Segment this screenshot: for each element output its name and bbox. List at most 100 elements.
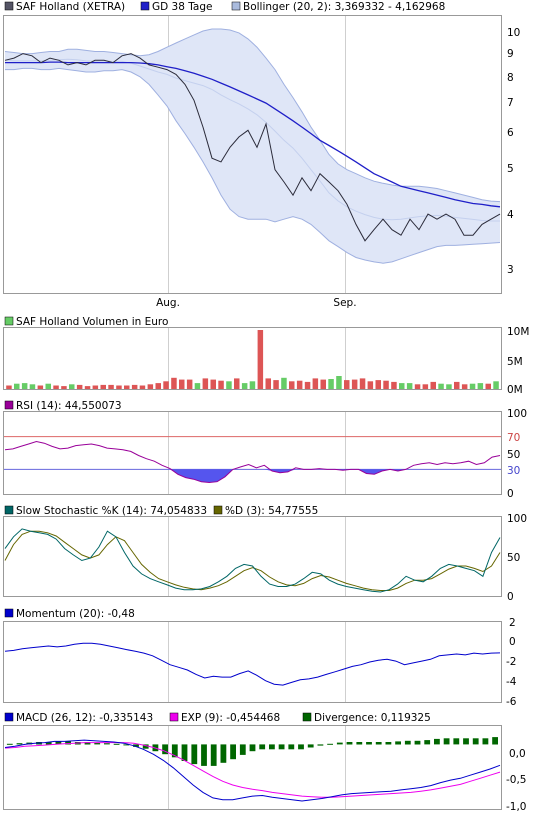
legend-label-macd: MACD (26, 12): -0,335143 bbox=[16, 712, 153, 724]
volume-bar bbox=[328, 379, 334, 389]
divergence-bar bbox=[16, 743, 23, 745]
volume-bar bbox=[202, 378, 209, 389]
price-ytick: 10 bbox=[507, 27, 520, 39]
price-x-axis: Aug. Sep. bbox=[156, 297, 356, 309]
volume-bar bbox=[100, 384, 106, 389]
divergence-bar bbox=[269, 744, 275, 750]
stochastic-y-axis: 100 50 0 bbox=[507, 513, 527, 603]
volume-bar bbox=[320, 379, 326, 389]
legend-label-price: SAF Holland (XETRA) bbox=[16, 1, 125, 13]
volume-bar bbox=[92, 385, 99, 389]
bollinger-band-area bbox=[5, 29, 500, 264]
rsi-ytick: 0 bbox=[507, 488, 514, 500]
divergence-bar bbox=[220, 744, 227, 763]
divergence-bar bbox=[346, 742, 353, 745]
legend-label-volume: SAF Holland Volumen in Euro bbox=[16, 316, 168, 328]
momentum-line bbox=[4, 642, 501, 686]
divergence-bar bbox=[239, 744, 246, 755]
divergence-bar bbox=[181, 744, 188, 761]
volume-bar bbox=[351, 379, 358, 389]
volume-bar bbox=[469, 383, 476, 389]
rsi-ytick: 100 bbox=[507, 408, 527, 420]
divergence-bar bbox=[404, 740, 411, 745]
stochastic-legend: Slow Stochastic %K (14): 74,054833 %D (3… bbox=[4, 505, 318, 517]
divergence-bar bbox=[104, 743, 110, 745]
volume-bar bbox=[124, 385, 130, 389]
divergence-bar bbox=[201, 744, 207, 766]
price-ytick: 3 bbox=[507, 264, 514, 276]
legend-swatch-bollinger bbox=[231, 1, 241, 11]
volume-bar bbox=[45, 383, 51, 389]
volume-bar bbox=[477, 383, 484, 389]
volume-bar bbox=[406, 383, 413, 389]
volume-bar bbox=[375, 380, 381, 389]
price-ytick: 4 bbox=[507, 209, 514, 221]
volume-bar bbox=[391, 381, 397, 389]
volume-ytick: 5M bbox=[507, 356, 523, 368]
divergence-bar bbox=[298, 744, 304, 750]
mom-ytick: -6 bbox=[506, 696, 517, 708]
volume-bar bbox=[69, 384, 75, 389]
volume-bar bbox=[485, 383, 491, 389]
divergence-bar bbox=[366, 742, 372, 745]
price-ytick: 5 bbox=[507, 163, 514, 175]
volume-y-axis: 10M 5M 0M bbox=[507, 326, 529, 396]
volume-bar bbox=[454, 381, 460, 389]
volume-bar bbox=[249, 381, 256, 389]
stochastic-k-line bbox=[4, 528, 501, 593]
legend-label-ma38: GD 38 Tage bbox=[152, 1, 213, 13]
legend-label-exp: EXP (9): -0,454468 bbox=[181, 712, 280, 724]
divergence-bar bbox=[278, 744, 285, 750]
macd-ytick: -1,0 bbox=[506, 801, 527, 813]
legend-swatch-macd bbox=[4, 712, 14, 722]
volume-bar bbox=[163, 381, 169, 389]
divergence-bar bbox=[492, 737, 498, 745]
divergence-bar bbox=[424, 740, 431, 745]
volume-bar bbox=[131, 384, 138, 389]
price-ytick: 6 bbox=[507, 127, 514, 139]
volume-bar bbox=[84, 386, 91, 389]
rsi-plot bbox=[4, 436, 501, 484]
legend-label-stoch-k: Slow Stochastic %K (14): 74,054833 bbox=[16, 505, 207, 517]
volume-bar bbox=[344, 380, 350, 389]
mom-ytick: -4 bbox=[506, 676, 517, 688]
volume-bar bbox=[422, 384, 429, 389]
volume-bar bbox=[241, 383, 248, 389]
price-legend: SAF Holland (XETRA) GD 38 Tage Bollinger… bbox=[4, 1, 445, 13]
xtick-sep: Sep. bbox=[333, 297, 356, 309]
legend-swatch-rsi bbox=[4, 400, 14, 410]
volume-bar bbox=[29, 384, 36, 389]
divergence-bar bbox=[113, 743, 120, 745]
divergence-bar bbox=[443, 738, 450, 745]
divergence-bar bbox=[288, 744, 295, 750]
volume-bar bbox=[108, 384, 114, 389]
volume-bar bbox=[289, 381, 295, 389]
rsi-ytick-30: 30 bbox=[507, 465, 520, 477]
divergence-bar bbox=[259, 744, 266, 750]
divergence-bar bbox=[230, 744, 236, 760]
volume-bar bbox=[14, 383, 20, 389]
macd-legend: MACD (26, 12): -0,335143 EXP (9): -0,454… bbox=[4, 712, 431, 724]
volume-bar bbox=[296, 380, 303, 389]
stoch-ytick: 50 bbox=[507, 552, 520, 564]
macd-ytick: 0,0 bbox=[509, 748, 526, 760]
volume-bar bbox=[179, 379, 185, 389]
rsi-legend: RSI (14): 44,550073 bbox=[4, 400, 122, 412]
volume-bar bbox=[273, 380, 279, 389]
volume-bar bbox=[446, 384, 452, 389]
volume-bar bbox=[116, 385, 122, 389]
mom-ytick: 0 bbox=[509, 636, 516, 648]
volume-ytick: 0M bbox=[507, 384, 523, 396]
stochastic-panel-frame bbox=[3, 516, 502, 597]
divergence-bar bbox=[472, 738, 479, 745]
divergence-bar bbox=[6, 743, 13, 745]
volume-plot bbox=[6, 330, 499, 389]
legend-swatch-exp bbox=[169, 712, 179, 722]
volume-bar bbox=[430, 381, 436, 389]
macd-panel-frame bbox=[3, 725, 502, 810]
legend-swatch-stoch-k bbox=[4, 505, 14, 515]
volume-bar bbox=[186, 379, 193, 389]
volume-bar bbox=[210, 379, 216, 389]
volume-bar bbox=[53, 385, 59, 389]
legend-swatch-price bbox=[4, 1, 14, 11]
